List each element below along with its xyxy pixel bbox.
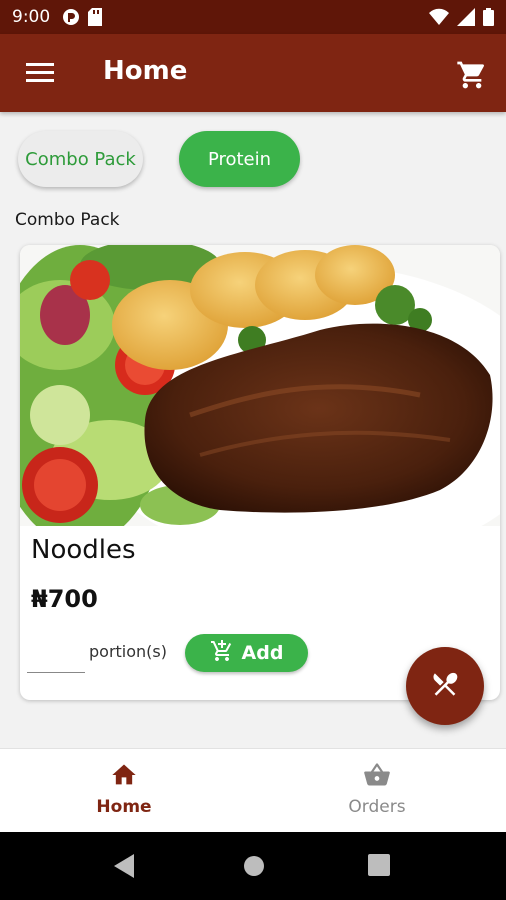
- portion-label: portion(s): [89, 642, 167, 661]
- pocket-casts-icon: [62, 8, 80, 30]
- portion-input[interactable]: [27, 672, 85, 673]
- fork-knife-icon: [430, 669, 460, 703]
- add-button-label: Add: [241, 642, 284, 664]
- back-icon[interactable]: [114, 854, 136, 882]
- nav-item-home[interactable]: Home: [64, 761, 184, 817]
- system-navigation-bar: [0, 832, 506, 900]
- shopping-cart-icon[interactable]: [456, 59, 488, 91]
- product-photo: [20, 245, 500, 526]
- signal-icon: [457, 8, 475, 30]
- wifi-icon: [429, 8, 449, 30]
- home-circle-icon[interactable]: [243, 855, 265, 881]
- menu-fab-button[interactable]: [406, 647, 484, 725]
- section-title: Combo Pack: [15, 210, 120, 230]
- status-bar: 9:00: [0, 0, 506, 34]
- nav-item-orders[interactable]: Orders: [317, 761, 437, 817]
- hamburger-menu-icon[interactable]: [26, 62, 54, 84]
- home-icon: [110, 764, 138, 793]
- recents-icon[interactable]: [368, 854, 390, 880]
- app-bar: Home: [0, 34, 506, 112]
- battery-icon: [483, 8, 494, 30]
- basket-icon: [362, 763, 392, 793]
- status-time: 9:00: [12, 7, 51, 27]
- bottom-navigation: Home Orders: [0, 748, 506, 832]
- add-to-cart-button[interactable]: Add: [185, 634, 308, 672]
- category-chip-combo-pack[interactable]: Combo Pack: [18, 131, 143, 187]
- add-to-cart-icon: [210, 639, 234, 668]
- product-price: ₦700: [31, 585, 98, 613]
- product-name: Noodles: [31, 535, 136, 565]
- sd-card-icon: [88, 8, 102, 30]
- nav-label-home: Home: [96, 797, 152, 817]
- product-card: Noodles ₦700 portion(s) Add: [20, 245, 500, 700]
- category-chip-protein[interactable]: Protein: [179, 131, 300, 187]
- nav-label-orders: Orders: [348, 797, 406, 817]
- page-title: Home: [103, 56, 188, 86]
